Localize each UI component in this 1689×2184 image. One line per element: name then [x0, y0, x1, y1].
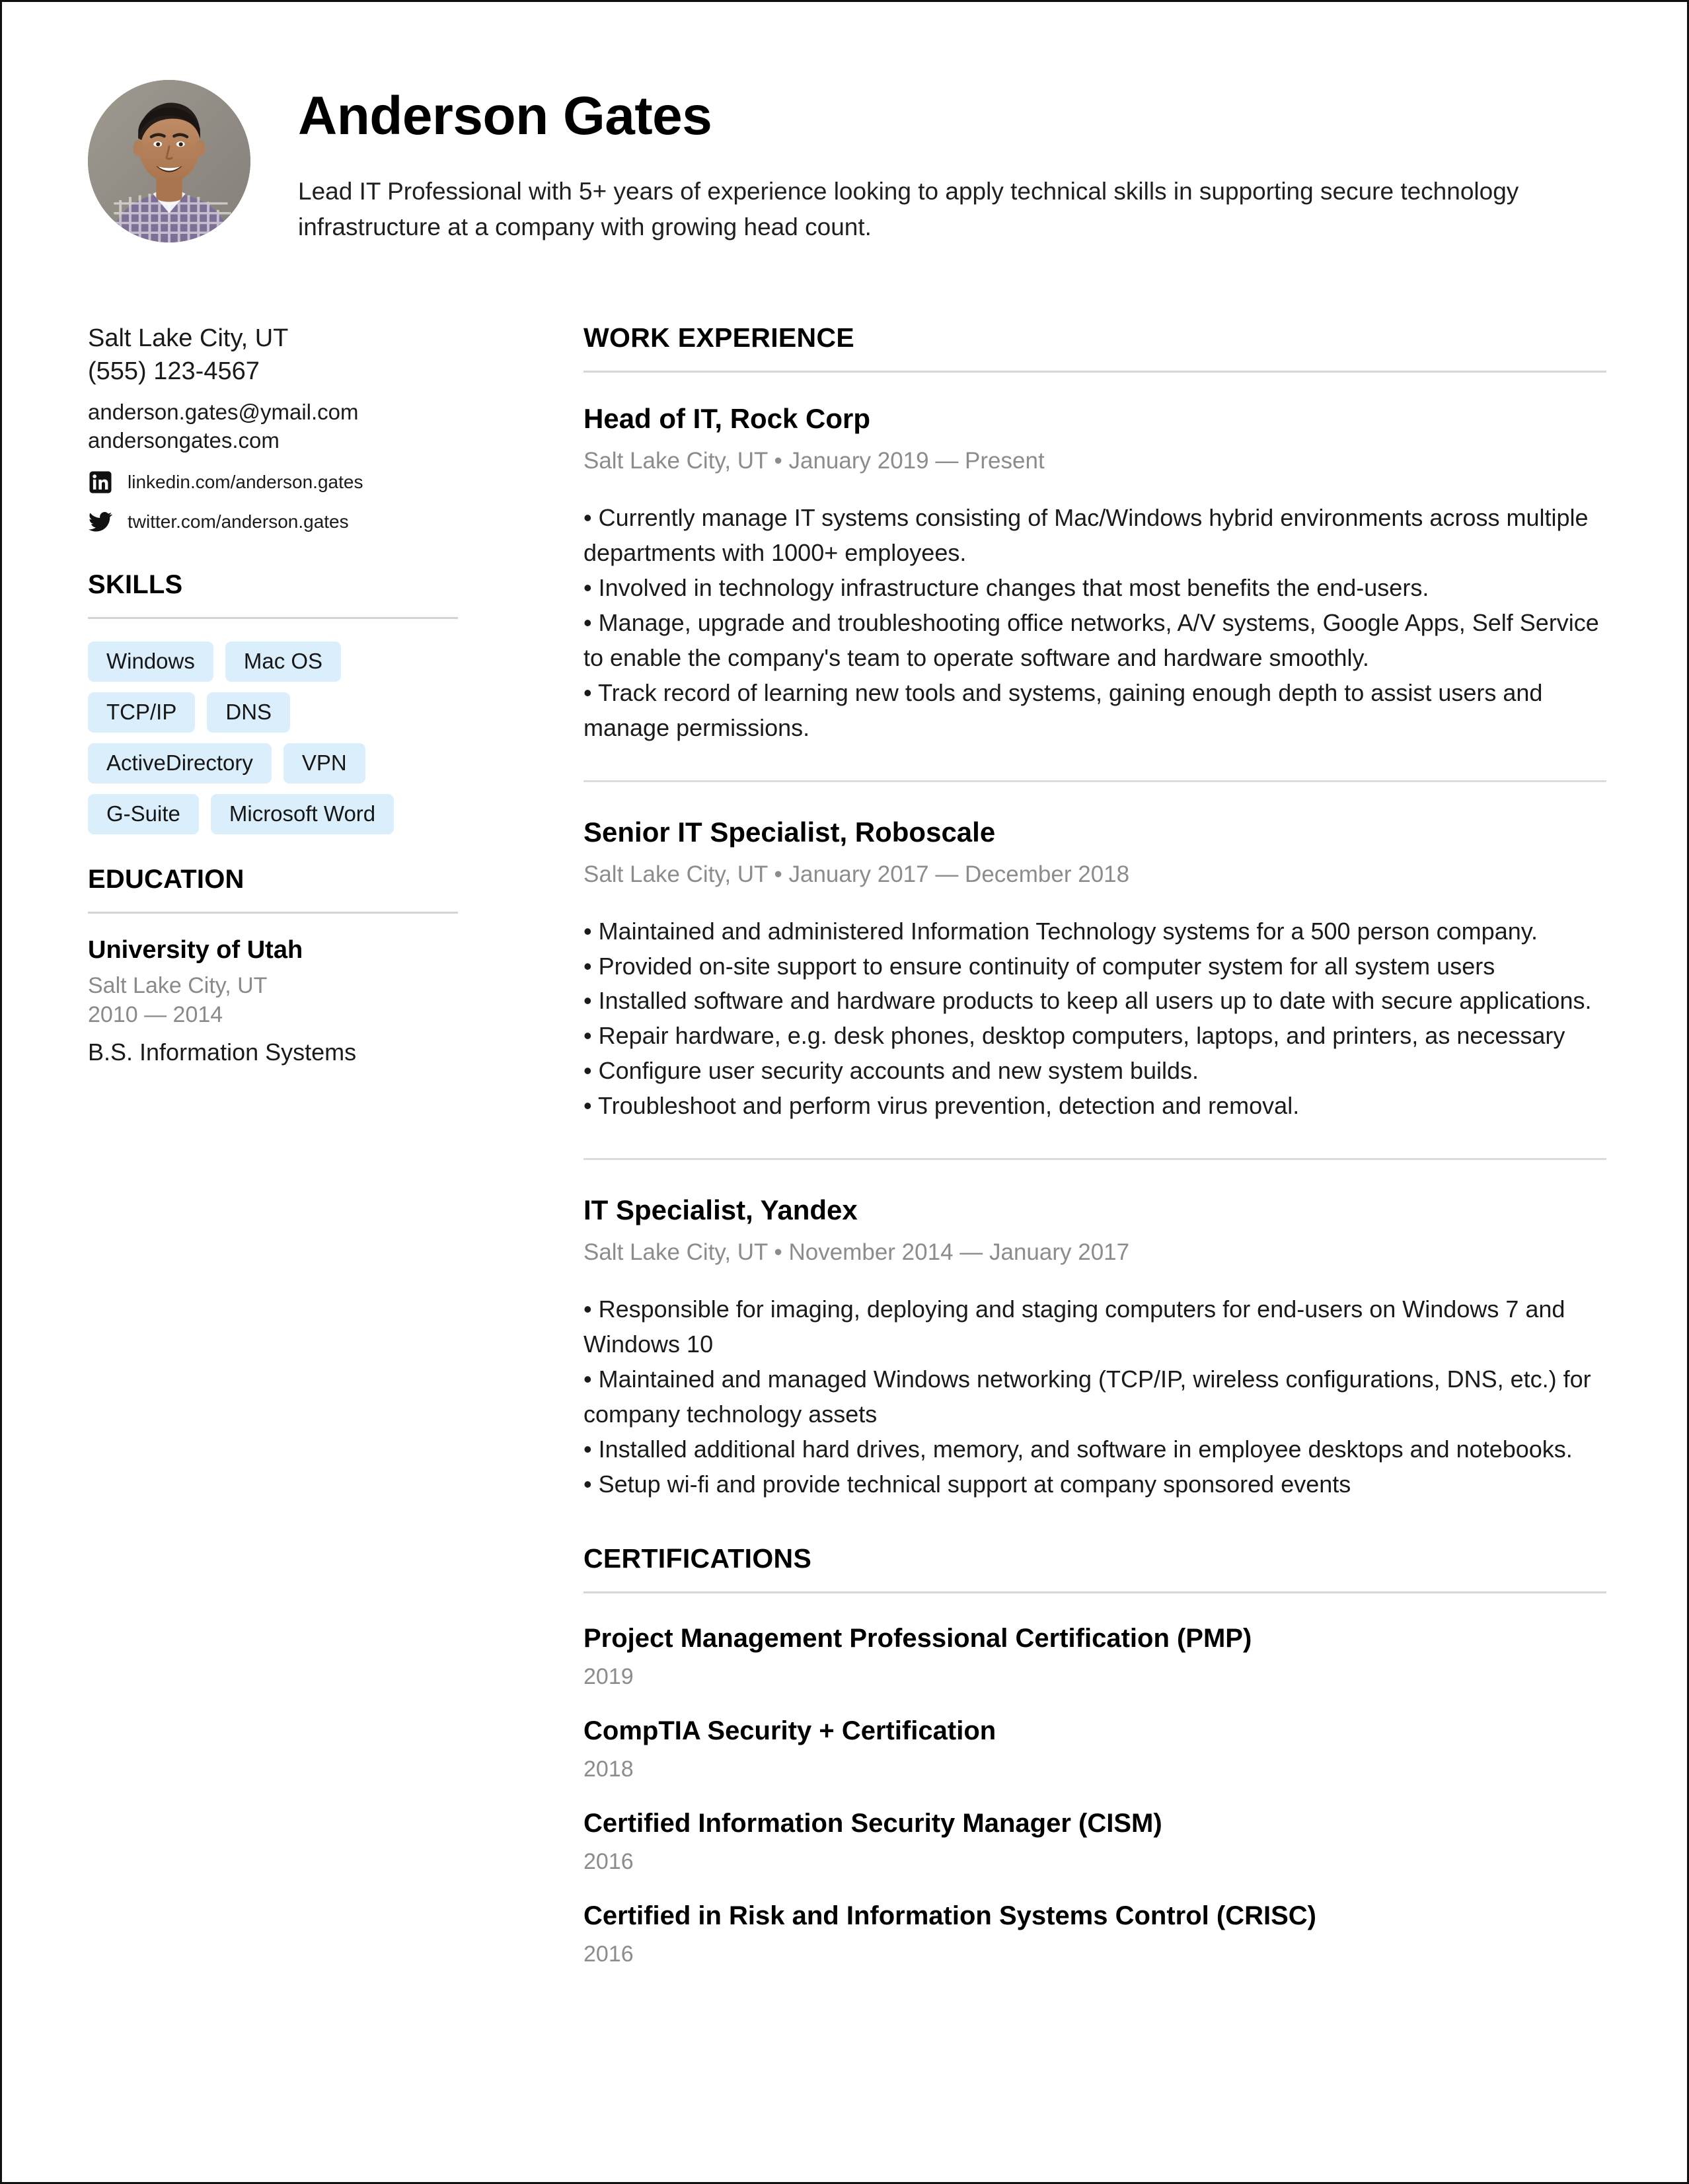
bullet: • Maintained and administered Informatio… — [583, 917, 1538, 945]
contact-location: Salt Lake City, UT — [88, 324, 289, 353]
work-experience-heading: WORK EXPERIENCE — [583, 322, 854, 353]
skill-tag[interactable]: Microsoft Word — [210, 793, 394, 834]
skill-tag[interactable]: Mac OS — [225, 641, 342, 682]
skills-section: SKILLS Windows Mac OS TCP/IP DNS ActiveD… — [88, 570, 458, 834]
certification-entry: Certified in Risk and Information System… — [583, 1901, 1606, 1967]
skill-tag[interactable]: ActiveDirectory — [88, 743, 272, 783]
skill-row: ActiveDirectory VPN — [88, 743, 458, 783]
certification-year: 2016 — [583, 1848, 634, 1874]
bullet: • Currently manage IT systems consisting… — [583, 504, 1589, 567]
skill-tag[interactable]: VPN — [283, 743, 365, 783]
bullet: • Maintained and managed Windows network… — [583, 1365, 1591, 1428]
job-bullets: • Currently manage IT systems consisting… — [583, 501, 1606, 745]
certification-name: Certified in Risk and Information System… — [583, 1901, 1317, 1930]
education-location: Salt Lake City, UT — [88, 972, 268, 998]
job-title: IT Specialist, Yandex — [583, 1194, 858, 1226]
summary-text: Lead IT Professional with 5+ years of ex… — [298, 178, 1519, 240]
bullet: • Installed additional hard drives, memo… — [583, 1435, 1573, 1463]
skill-tag[interactable]: DNS — [207, 692, 291, 733]
skill-row: Windows Mac OS — [88, 641, 458, 682]
certification-year: 2019 — [583, 1663, 634, 1689]
skill-row: TCP/IP DNS — [88, 692, 458, 733]
certification-entry: Certified Information Security Manager (… — [583, 1809, 1606, 1875]
bullet: • Setup wi-fi and provide technical supp… — [583, 1470, 1351, 1498]
bullet: • Provided on-site support to ensure con… — [583, 952, 1495, 980]
certification-name: Project Management Professional Certific… — [583, 1623, 1252, 1653]
resume-body: Salt Lake City, UT (555) 123-4567 anders… — [88, 322, 1606, 1993]
bullet: • Configure user security accounts and n… — [583, 1057, 1199, 1085]
certification-entry: CompTIA Security + Certification 2018 — [583, 1716, 1606, 1782]
skill-row: G-Suite Microsoft Word — [88, 793, 458, 834]
work-experience-divider — [583, 371, 1606, 373]
certification-year: 2016 — [583, 1941, 634, 1967]
bullet: • Troubleshoot and perform virus prevent… — [583, 1092, 1300, 1120]
resume-page: Anderson Gates Lead IT Professional with… — [0, 0, 1689, 2184]
education-heading: EDUCATION — [88, 864, 244, 894]
contact-email[interactable]: anderson.gates@ymail.com — [88, 398, 458, 427]
bullet: • Involved in technology infrastructure … — [583, 574, 1429, 602]
certifications-divider — [583, 1591, 1606, 1593]
resume-header: Anderson Gates Lead IT Professional with… — [88, 80, 1606, 244]
job-title: Senior IT Specialist, Roboscale — [583, 816, 996, 848]
education-entry: University of Utah Salt Lake City, UT 20… — [88, 936, 458, 1066]
certifications-heading: CERTIFICATIONS — [583, 1543, 812, 1574]
contact-website[interactable]: andersongates.com — [88, 427, 458, 455]
certification-name: CompTIA Security + Certification — [583, 1716, 996, 1745]
job-entry: Head of IT, Rock Corp Salt Lake City, UT… — [583, 403, 1606, 745]
education-degree: B.S. Information Systems — [88, 1038, 357, 1066]
job-title: Head of IT, Rock Corp — [583, 403, 871, 435]
certifications-section: CERTIFICATIONS Project Management Profes… — [583, 1543, 1606, 1967]
job-entry: IT Specialist, Yandex Salt Lake City, UT… — [583, 1194, 1606, 1502]
contact-block: Salt Lake City, UT (555) 123-4567 anders… — [88, 322, 458, 534]
skills-heading: SKILLS — [88, 569, 183, 599]
job-bullets: • Maintained and administered Informatio… — [583, 914, 1606, 1124]
bullet: • Track record of learning new tools and… — [583, 678, 1543, 741]
sidebar: Salt Lake City, UT (555) 123-4567 anders… — [88, 322, 498, 1066]
job-meta: Salt Lake City, UT • January 2017 — Dece… — [583, 861, 1130, 887]
bullet: • Installed software and hardware produc… — [583, 987, 1592, 1015]
bullet: • Responsible for imaging, deploying and… — [583, 1295, 1565, 1358]
twitter-text: twitter.com/anderson.gates — [128, 511, 349, 532]
bullet: • Repair hardware, e.g. desk phones, des… — [583, 1022, 1565, 1050]
main-content: WORK EXPERIENCE Head of IT, Rock Corp Sa… — [498, 322, 1606, 1993]
skill-tag[interactable]: Windows — [88, 641, 213, 682]
education-divider — [88, 911, 458, 914]
education-section: EDUCATION University of Utah Salt Lake C… — [88, 865, 458, 1066]
twitter-icon — [88, 509, 113, 534]
certification-year: 2018 — [583, 1756, 634, 1782]
job-meta: Salt Lake City, UT • November 2014 — Jan… — [583, 1239, 1130, 1266]
avatar — [88, 80, 250, 242]
bullet: • Manage, upgrade and troubleshooting of… — [583, 609, 1599, 671]
contact-phone: (555) 123-4567 — [88, 357, 260, 385]
linkedin-text: linkedin.com/anderson.gates — [128, 471, 363, 492]
page-title: Anderson Gates — [298, 86, 712, 146]
skills-list: Windows Mac OS TCP/IP DNS ActiveDirector… — [88, 641, 458, 834]
job-divider — [583, 1158, 1606, 1161]
job-bullets: • Responsible for imaging, deploying and… — [583, 1292, 1606, 1502]
job-divider — [583, 780, 1606, 782]
job-entry: Senior IT Specialist, Roboscale Salt Lak… — [583, 817, 1606, 1124]
education-school: University of Utah — [88, 935, 303, 964]
skills-divider — [88, 616, 458, 619]
job-meta: Salt Lake City, UT • January 2019 — Pres… — [583, 448, 1045, 474]
twitter-row[interactable]: twitter.com/anderson.gates — [88, 509, 458, 534]
linkedin-icon — [88, 470, 113, 495]
certification-name: Certified Information Security Manager (… — [583, 1808, 1162, 1838]
linkedin-row[interactable]: linkedin.com/anderson.gates — [88, 470, 458, 495]
work-experience-section: WORK EXPERIENCE Head of IT, Rock Corp Sa… — [583, 322, 1606, 1502]
skill-tag[interactable]: TCP/IP — [88, 692, 196, 733]
certification-entry: Project Management Professional Certific… — [583, 1624, 1606, 1690]
education-years: 2010 — 2014 — [88, 1002, 223, 1028]
skill-tag[interactable]: G-Suite — [88, 793, 199, 834]
